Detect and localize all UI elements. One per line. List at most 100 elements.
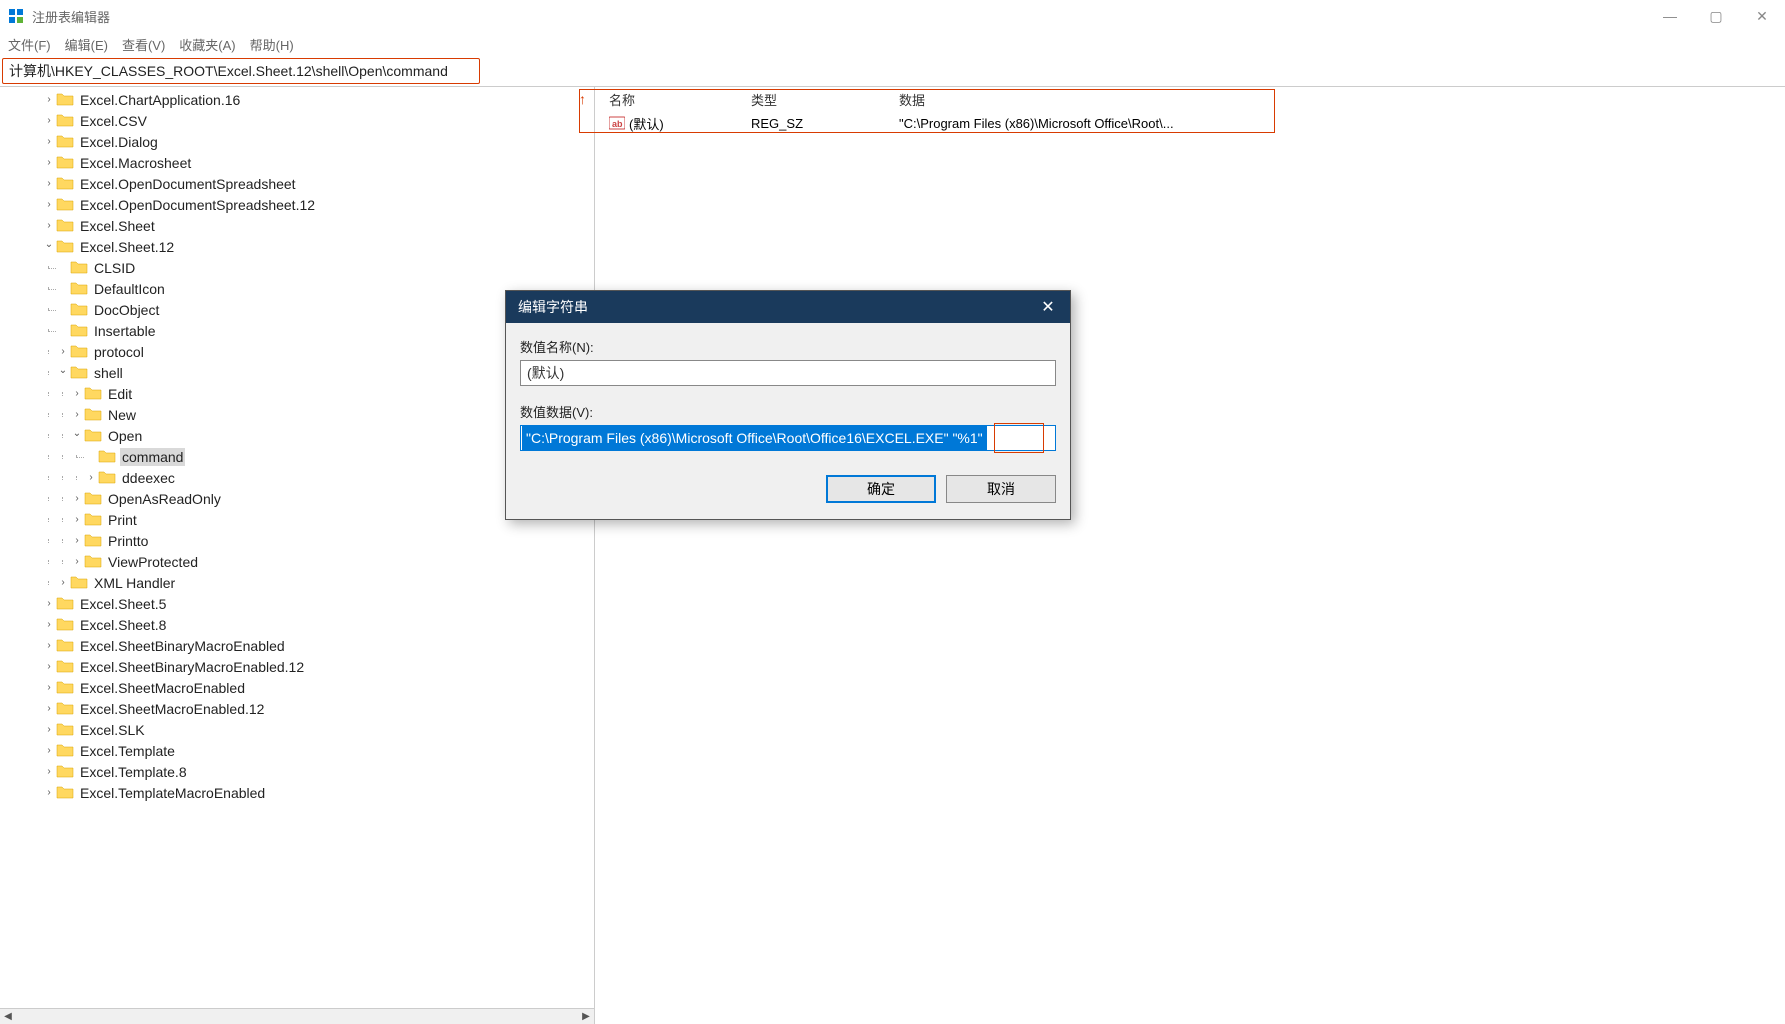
tree-item-label: Excel.Template.8 <box>78 763 189 781</box>
menu-edit[interactable]: 编辑(E) <box>65 35 108 54</box>
folder-icon <box>84 491 102 507</box>
tree-item[interactable]: Excel.SheetBinaryMacroEnabled <box>0 635 594 656</box>
tree-item[interactable]: Excel.SheetMacroEnabled <box>0 677 594 698</box>
expander-icon[interactable] <box>42 199 56 210</box>
expander-icon[interactable] <box>42 661 56 672</box>
tree-item[interactable]: Excel.Sheet.8 <box>0 614 594 635</box>
tree-item-label: DefaultIcon <box>92 280 167 298</box>
expander-icon[interactable] <box>70 514 84 525</box>
expander-icon[interactable] <box>42 178 56 189</box>
expander-icon[interactable] <box>42 640 56 651</box>
tree-item-label: Excel.Dialog <box>78 133 160 151</box>
folder-icon <box>70 344 88 360</box>
tree-item[interactable]: ViewProtected <box>0 551 594 572</box>
column-type[interactable]: 类型 <box>751 90 899 109</box>
expander-icon[interactable] <box>56 577 70 588</box>
tree-item[interactable]: Excel.SLK <box>0 719 594 740</box>
expander-icon[interactable] <box>42 745 56 756</box>
expander-icon[interactable] <box>70 430 84 441</box>
column-name[interactable]: 名称 <box>609 90 751 109</box>
menubar: 文件(F) 编辑(E) 查看(V) 收藏夹(A) 帮助(H) <box>0 32 1785 56</box>
ok-button[interactable]: 确定 <box>826 475 936 503</box>
expander-icon[interactable] <box>42 682 56 693</box>
value-row[interactable]: ab (默认) REG_SZ "C:\Program Files (x86)\M… <box>595 111 1785 135</box>
tree-item-label: New <box>106 406 138 424</box>
expander-icon[interactable] <box>42 619 56 630</box>
expander-icon[interactable] <box>42 703 56 714</box>
menu-view[interactable]: 查看(V) <box>122 35 165 54</box>
dialog-close-button[interactable]: ✕ <box>1026 291 1070 323</box>
menu-favorites[interactable]: 收藏夹(A) <box>179 35 235 54</box>
tree-item[interactable]: Excel.Sheet.5 <box>0 593 594 614</box>
expander-icon[interactable] <box>70 409 84 420</box>
folder-icon <box>70 575 88 591</box>
expander-icon[interactable] <box>42 115 56 126</box>
expander-icon[interactable] <box>42 241 56 252</box>
tree-item-label: Excel.ChartApplication.16 <box>78 91 242 109</box>
address-path: 计算机\HKEY_CLASSES_ROOT\Excel.Sheet.12\she… <box>9 61 448 81</box>
tree-item-label: command <box>120 448 185 466</box>
tree-item-label: Excel.TemplateMacroEnabled <box>78 784 267 802</box>
tree-item[interactable]: Excel.TemplateMacroEnabled <box>0 782 594 803</box>
string-value-icon: ab <box>609 115 625 131</box>
tree-item[interactable]: Excel.Sheet <box>0 215 594 236</box>
tree-item[interactable]: Excel.SheetMacroEnabled.12 <box>0 698 594 719</box>
folder-icon <box>56 155 74 171</box>
tree-item[interactable]: Excel.Template <box>0 740 594 761</box>
expander-icon[interactable] <box>70 556 84 567</box>
expander-icon[interactable] <box>56 367 70 378</box>
menu-file[interactable]: 文件(F) <box>8 35 51 54</box>
tree-item[interactable]: Excel.Macrosheet <box>0 152 594 173</box>
expander-icon[interactable] <box>42 787 56 798</box>
expander-icon[interactable] <box>42 598 56 609</box>
tree-item[interactable]: Printto <box>0 530 594 551</box>
scroll-left-icon[interactable]: ◀ <box>0 1011 16 1022</box>
value-name-input[interactable] <box>520 360 1056 386</box>
menu-help[interactable]: 帮助(H) <box>250 35 294 54</box>
tree-item-label: Excel.Sheet.8 <box>78 616 168 634</box>
tree-item[interactable]: Excel.Dialog <box>0 131 594 152</box>
tree-item[interactable]: CLSID <box>0 257 594 278</box>
cancel-button[interactable]: 取消 <box>946 475 1056 503</box>
address-bar[interactable]: 计算机\HKEY_CLASSES_ROOT\Excel.Sheet.12\she… <box>2 58 480 84</box>
expander-icon[interactable] <box>84 472 98 483</box>
expander-icon[interactable] <box>42 94 56 105</box>
edit-string-dialog: 编辑字符串 ✕ 数值名称(N): 数值数据(V): "C:\Program Fi… <box>505 290 1071 520</box>
tree-pane: Excel.ChartApplication.16Excel.CSV Excel.… <box>0 87 595 1024</box>
expander-icon[interactable] <box>42 157 56 168</box>
folder-icon <box>84 386 102 402</box>
column-data[interactable]: 数据 <box>899 90 1785 109</box>
expander-icon[interactable] <box>70 535 84 546</box>
value-data-input[interactable]: "C:\Program Files (x86)\Microsoft Office… <box>522 426 987 450</box>
folder-icon <box>84 533 102 549</box>
minimize-button[interactable]: — <box>1647 0 1693 32</box>
tree-item[interactable]: Excel.ChartApplication.16 <box>0 89 594 110</box>
tree-item[interactable]: Excel.Template.8 <box>0 761 594 782</box>
tree-item[interactable]: XML Handler <box>0 572 594 593</box>
value-type: REG_SZ <box>751 116 899 131</box>
folder-icon <box>56 617 74 633</box>
scroll-right-icon[interactable]: ▶ <box>578 1011 594 1022</box>
expander-icon[interactable] <box>56 346 70 357</box>
tree-item-label: Excel.OpenDocumentSpreadsheet.12 <box>78 196 317 214</box>
expander-icon[interactable] <box>42 766 56 777</box>
tree-item[interactable]: Excel.SheetBinaryMacroEnabled.12 <box>0 656 594 677</box>
tree-item[interactable]: Excel.OpenDocumentSpreadsheet.12 <box>0 194 594 215</box>
tree-item-label: Edit <box>106 385 134 403</box>
maximize-button[interactable]: ▢ <box>1693 0 1739 32</box>
folder-icon <box>70 323 88 339</box>
tree-item[interactable]: Excel.OpenDocumentSpreadsheet <box>0 173 594 194</box>
dialog-titlebar[interactable]: 编辑字符串 ✕ <box>506 291 1070 323</box>
tree-item[interactable]: Excel.Sheet.12 <box>0 236 594 257</box>
expander-icon[interactable] <box>70 493 84 504</box>
expander-icon[interactable] <box>70 388 84 399</box>
tree-item-label: XML Handler <box>92 574 177 592</box>
tree-item[interactable]: Excel.CSV <box>0 110 594 131</box>
expander-icon[interactable] <box>42 724 56 735</box>
tree-item-label: DocObject <box>92 301 161 319</box>
folder-icon <box>56 134 74 150</box>
close-button[interactable]: ✕ <box>1739 0 1785 32</box>
expander-icon[interactable] <box>42 136 56 147</box>
expander-icon[interactable] <box>42 220 56 231</box>
titlebar: 注册表编辑器 — ▢ ✕ <box>0 0 1785 32</box>
